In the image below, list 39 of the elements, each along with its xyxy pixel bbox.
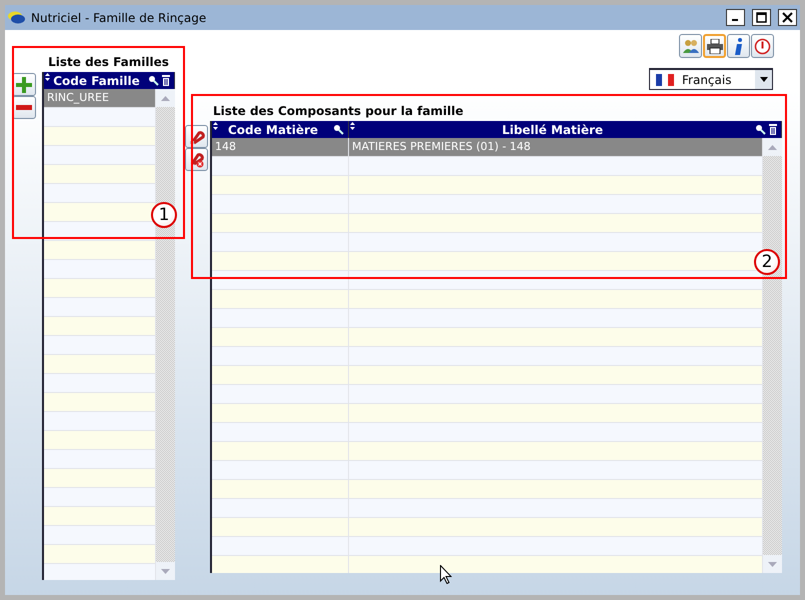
panel-title: Liste des Composants pour la famille [212, 103, 464, 120]
table-row[interactable]: RINC_UREE [44, 89, 156, 108]
app-icon [8, 11, 25, 24]
maximize-button[interactable] [752, 9, 771, 26]
column-list-icon[interactable] [162, 75, 170, 86]
plus-icon [16, 76, 32, 92]
attach-button[interactable] [185, 125, 208, 148]
power-icon [754, 38, 771, 54]
search-icon[interactable] [148, 75, 159, 86]
close-icon [782, 12, 793, 23]
users-button[interactable] [679, 34, 702, 58]
print-button[interactable] [703, 34, 726, 58]
magnet-icon [188, 128, 204, 144]
sort-icon[interactable] [213, 122, 218, 130]
flag-icon [656, 74, 674, 86]
window-title: Nutriciel - Famille de Rinçage [31, 10, 208, 24]
power-button[interactable] [751, 34, 774, 58]
printer-icon [706, 38, 722, 54]
add-button[interactable] [12, 73, 36, 96]
maximize-icon [756, 12, 767, 23]
table-cell: 148 [212, 138, 349, 156]
language-dropdown[interactable]: Français [649, 68, 773, 90]
sort-icon[interactable] [45, 73, 50, 81]
search-icon[interactable] [333, 124, 344, 135]
search-icon[interactable] [755, 124, 766, 135]
table-row[interactable]: 148 MATIERES PREMIERES (01) - 148 [212, 138, 763, 157]
info-button[interactable] [727, 34, 750, 58]
cursor-icon [440, 565, 452, 584]
caret-icon [760, 77, 768, 82]
remove-button[interactable] [12, 96, 36, 119]
panel-title: Liste des Familles [47, 54, 170, 71]
minus-icon [16, 105, 32, 110]
minimize-button[interactable] [726, 9, 745, 26]
close-button[interactable] [778, 9, 797, 26]
people-icon [682, 39, 698, 53]
column-list-icon[interactable] [769, 124, 777, 135]
info-icon [734, 38, 744, 54]
detach-button[interactable] [185, 148, 208, 171]
sort-icon[interactable] [350, 122, 355, 130]
